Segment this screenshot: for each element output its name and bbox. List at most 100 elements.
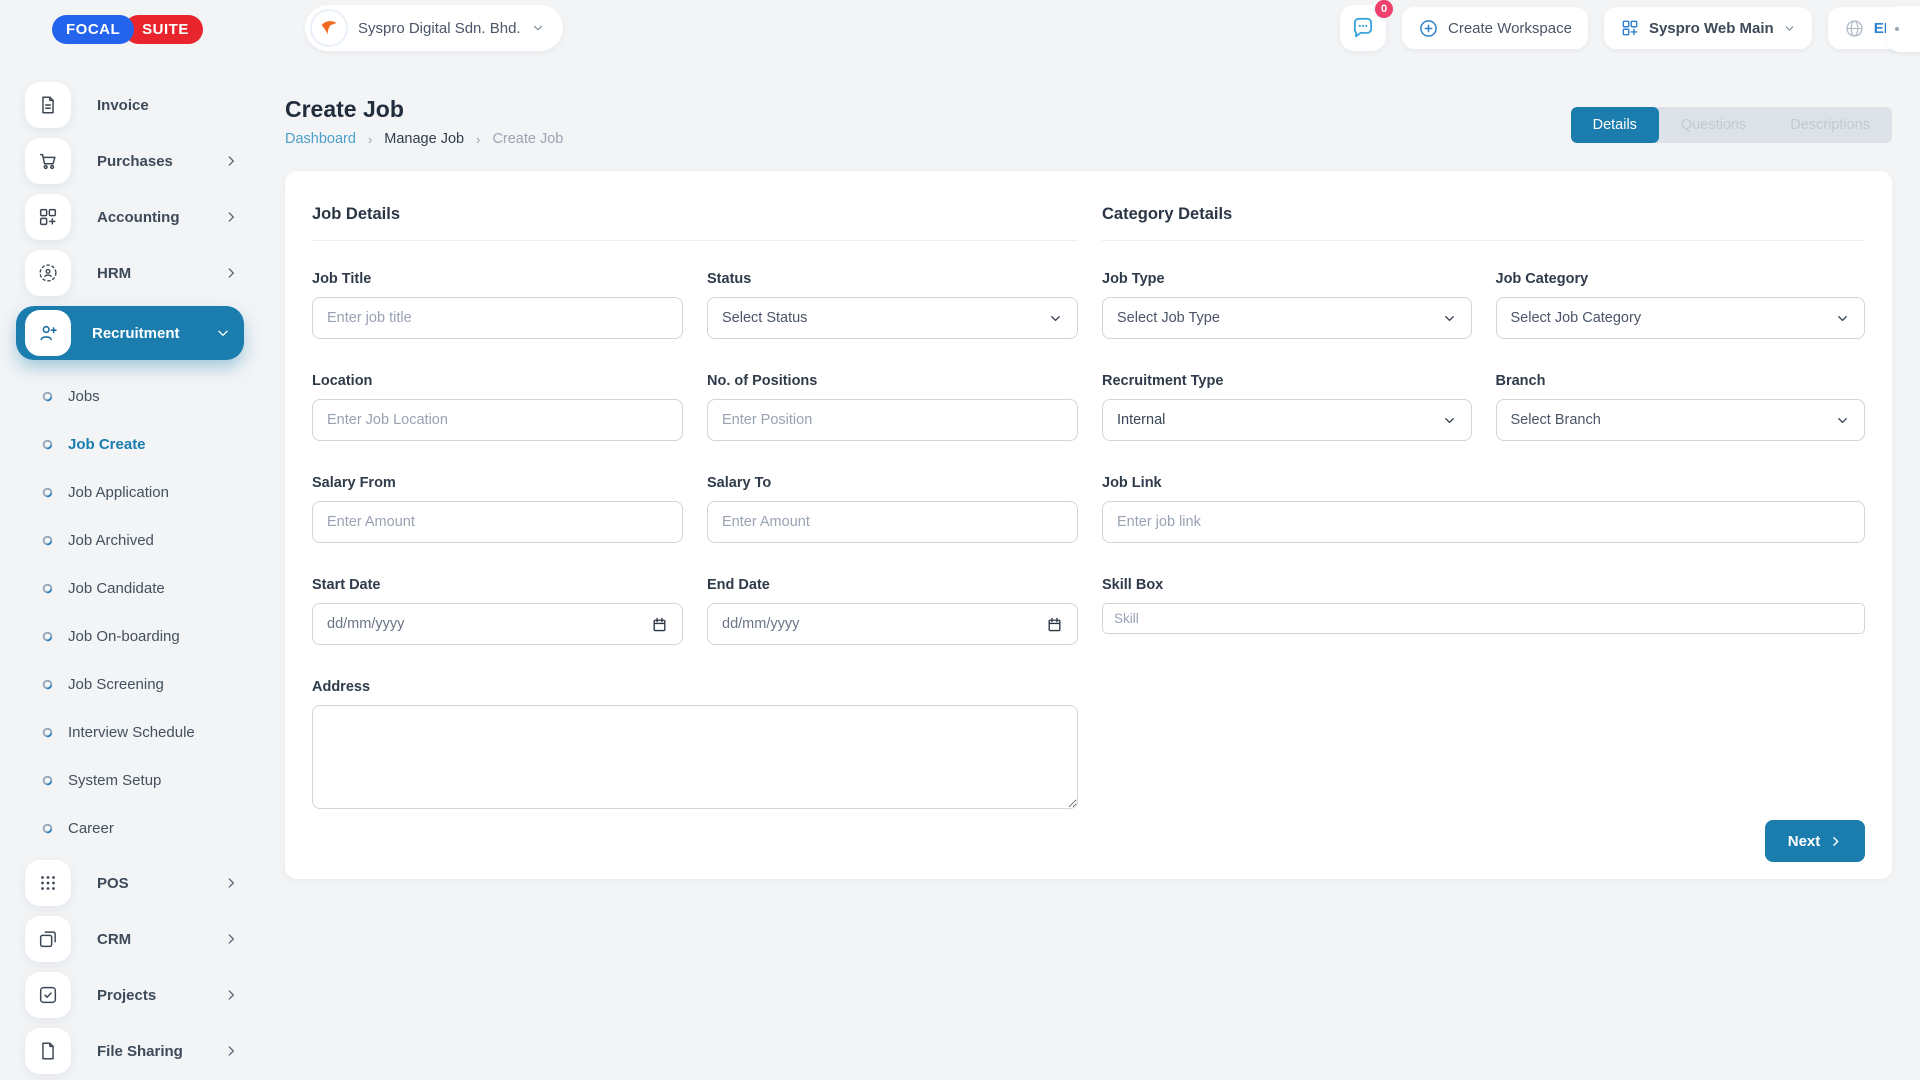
- sidebar-item-label: File Sharing: [97, 1043, 224, 1060]
- check-square-icon: [25, 972, 71, 1018]
- sidebar-subitem-interview-schedule[interactable]: Interview Schedule: [0, 708, 262, 756]
- sidebar-item-hrm[interactable]: HRM: [25, 250, 238, 296]
- tab-questions[interactable]: Questions: [1659, 107, 1768, 143]
- start-date-field: Start Date dd/mm/yyyy: [312, 577, 683, 645]
- sidebar-subitem-career[interactable]: Career: [0, 804, 262, 852]
- job-title-input[interactable]: [312, 297, 683, 339]
- salary-from-label: Salary From: [312, 475, 683, 491]
- branch-field: Branch Select Branch: [1496, 373, 1866, 441]
- file-icon: [25, 1028, 71, 1074]
- sidebar-subitem-label: Job Archived: [68, 532, 154, 549]
- sidebar-subitem-jobs[interactable]: Jobs: [0, 372, 262, 420]
- sidebar-item-invoice[interactable]: Invoice: [25, 82, 238, 128]
- recruitment-type-field: Recruitment Type Internal: [1102, 373, 1472, 441]
- messages-button[interactable]: 0: [1340, 5, 1386, 51]
- job-type-field: Job Type Select Job Type: [1102, 271, 1472, 339]
- status-select[interactable]: Select Status: [707, 297, 1078, 339]
- tab-descriptions[interactable]: Descriptions: [1768, 107, 1892, 143]
- job-category-label: Job Category: [1496, 271, 1866, 287]
- sidebar-item-purchases[interactable]: Purchases: [25, 138, 238, 184]
- bullet-circle-icon: [42, 823, 53, 834]
- calendar-icon[interactable]: [1046, 616, 1063, 633]
- job-details-section: Job Details Job Title Status Select Stat…: [312, 197, 1078, 853]
- sidebar-item-file-sharing[interactable]: File Sharing: [25, 1028, 238, 1074]
- sidebar-item-crm[interactable]: CRM: [25, 916, 238, 962]
- plus-circle-icon: [1418, 18, 1439, 39]
- end-date-field: End Date dd/mm/yyyy: [707, 577, 1078, 645]
- create-workspace-button[interactable]: Create Workspace: [1402, 7, 1588, 49]
- workspace-selector[interactable]: Syspro Web Main: [1604, 7, 1812, 49]
- start-date-input[interactable]: dd/mm/yyyy: [312, 603, 683, 645]
- sidebar-item-projects[interactable]: Projects: [25, 972, 238, 1018]
- salary-to-label: Salary To: [707, 475, 1078, 491]
- sidebar-subitem-label: Job On-boarding: [68, 628, 180, 645]
- sidebar-item-accounting[interactable]: Accounting: [25, 194, 238, 240]
- job-details-heading: Job Details: [312, 197, 1078, 241]
- job-type-select[interactable]: Select Job Type: [1102, 297, 1472, 339]
- address-label: Address: [312, 679, 1078, 695]
- sidebar-subitem-label: Job Screening: [68, 676, 164, 693]
- status-select-value: Select Status: [722, 310, 807, 326]
- branch-select[interactable]: Select Branch: [1496, 399, 1866, 441]
- company-selector[interactable]: Syspro Digital Sdn. Bhd.: [305, 5, 563, 51]
- address-textarea[interactable]: [312, 705, 1078, 809]
- recruitment-type-select[interactable]: Internal: [1102, 399, 1472, 441]
- page-title: Create Job: [285, 96, 404, 123]
- logo-suite: SUITE: [124, 15, 203, 44]
- sidebar-subitem-job-onboarding[interactable]: Job On-boarding: [0, 612, 262, 660]
- salary-to-input[interactable]: [707, 501, 1078, 543]
- sidebar-subitem-job-application[interactable]: Job Application: [0, 468, 262, 516]
- grid-dots-icon: [25, 860, 71, 906]
- positions-input[interactable]: [707, 399, 1078, 441]
- sidebar-item-pos[interactable]: POS: [25, 860, 238, 906]
- avatar[interactable]: [1886, 6, 1920, 52]
- breadcrumb-manage-job[interactable]: Manage Job: [384, 131, 464, 147]
- chevron-down-icon: [531, 21, 545, 35]
- bullet-circle-icon: [42, 775, 53, 786]
- sidebar-subitem-system-setup[interactable]: System Setup: [0, 756, 262, 804]
- location-label: Location: [312, 373, 683, 389]
- chevron-right-icon: [224, 876, 238, 890]
- sidebar-subitem-label: Interview Schedule: [68, 724, 195, 741]
- sidebar-subitem-job-create[interactable]: Job Create: [0, 420, 262, 468]
- bullet-circle-icon: [42, 631, 53, 642]
- tab-details[interactable]: Details: [1571, 107, 1659, 143]
- calendar-icon[interactable]: [651, 616, 668, 633]
- workspace-grid-icon: [1620, 18, 1640, 38]
- bullet-circle-icon: [42, 679, 53, 690]
- location-input[interactable]: [312, 399, 683, 441]
- start-date-label: Start Date: [312, 577, 683, 593]
- sidebar-item-label: Accounting: [97, 209, 224, 226]
- job-link-input[interactable]: [1102, 501, 1865, 543]
- chevron-right-icon: [224, 1044, 238, 1058]
- sidebar-subitem-job-archived[interactable]: Job Archived: [0, 516, 262, 564]
- sidebar-item-recruitment[interactable]: Recruitment: [16, 306, 244, 360]
- chevron-right-icon: [224, 932, 238, 946]
- job-link-label: Job Link: [1102, 475, 1865, 491]
- next-button-label: Next: [1788, 833, 1821, 850]
- next-button[interactable]: Next: [1765, 820, 1865, 862]
- end-date-input[interactable]: dd/mm/yyyy: [707, 603, 1078, 645]
- job-category-select-value: Select Job Category: [1511, 310, 1642, 326]
- copy-squares-icon: [25, 916, 71, 962]
- bullet-circle-icon: [42, 391, 53, 402]
- branch-select-value: Select Branch: [1511, 412, 1601, 428]
- sidebar-subitem-job-screening[interactable]: Job Screening: [0, 660, 262, 708]
- sidebar-subitem-job-candidate[interactable]: Job Candidate: [0, 564, 262, 612]
- job-category-select[interactable]: Select Job Category: [1496, 297, 1866, 339]
- positions-field: No. of Positions: [707, 373, 1078, 441]
- skill-input[interactable]: [1102, 603, 1865, 634]
- bullet-circle-icon: [42, 727, 53, 738]
- chevron-down-icon: [1783, 22, 1796, 35]
- breadcrumb-dashboard[interactable]: Dashboard: [285, 131, 356, 147]
- globe-icon: [1844, 18, 1865, 39]
- sidebar-item-label: Projects: [97, 987, 224, 1004]
- job-title-field: Job Title: [312, 271, 683, 339]
- bullet-circle-icon: [42, 535, 53, 546]
- job-category-field: Job Category Select Job Category: [1496, 271, 1866, 339]
- location-field: Location: [312, 373, 683, 441]
- sidebar-subitem-label: Jobs: [68, 388, 100, 405]
- chevron-down-icon: [216, 326, 230, 340]
- breadcrumb-separator: ›: [368, 132, 372, 147]
- salary-from-input[interactable]: [312, 501, 683, 543]
